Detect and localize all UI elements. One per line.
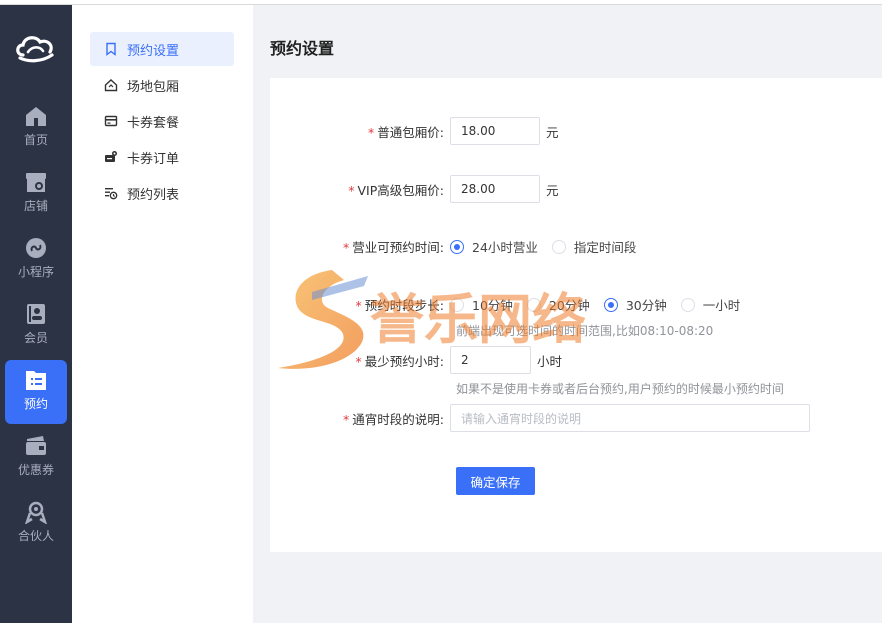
min-hours-unit: 小时 [537, 353, 563, 369]
main-content: 预约设置 * 普通包厢价: 18.00 元 * VIP高级包厢价: 28.00 元 … [253, 5, 882, 623]
rail-item-booking[interactable]: 预约 [5, 360, 67, 424]
normal-price-input[interactable]: 18.00 [450, 117, 540, 145]
normal-price-unit: 元 [546, 124, 559, 140]
step-hint: 前端出现可选时间的时间范围,比如08:10-08:20 [456, 324, 714, 338]
radio-specified-period[interactable]: 指定时间段 [551, 237, 636, 256]
rail-item-label: 首页 [23, 133, 48, 147]
list-clock-icon [105, 188, 118, 200]
rail-item-label: 预约 [23, 397, 48, 411]
submenu-item-card-packages[interactable]: 卡券套餐 [90, 104, 234, 138]
bookmark-icon [106, 42, 116, 56]
business-time-row: * 营业可预约时间: 24小时营业 指定时间段 [270, 237, 650, 256]
rail-item-label: 小程序 [17, 265, 54, 279]
submenu-item-venue-rooms[interactable]: 场地包厢 [90, 68, 234, 102]
overnight-desc-row: * 通宵时段的说明: 请输入通宵时段的说明 [270, 404, 810, 432]
normal-price-row: * 普通包厢价: 18.00 元 [270, 117, 559, 145]
required-mark: * [348, 182, 355, 198]
partner-icon [25, 501, 47, 524]
booking-settings-form: * 普通包厢价: 18.00 元 * VIP高级包厢价: 28.00 元 * 营业可预… [270, 78, 882, 552]
radio-dot [680, 297, 695, 312]
required-mark: * [355, 298, 362, 313]
rail-item-home[interactable]: 首页 [5, 96, 67, 160]
save-button[interactable]: 确定保存 [456, 467, 535, 495]
radio-dot [450, 239, 464, 254]
card-icon [104, 115, 118, 127]
rail-item-label: 优惠券 [17, 463, 54, 477]
vip-price-unit: 元 [546, 182, 559, 198]
rail-item-label: 店铺 [23, 199, 48, 213]
ticket-order-icon [105, 151, 117, 162]
submenu-item-label: 预约设置 [127, 43, 180, 59]
submenu-item-card-orders[interactable]: 卡券订单 [90, 140, 234, 174]
required-mark: * [368, 124, 375, 140]
house-icon [104, 79, 118, 92]
submenu-item-label: 卡券套餐 [127, 115, 180, 131]
radio-24-hours[interactable]: 24小时营业 [450, 237, 538, 256]
page-title: 预约设置 [270, 39, 335, 58]
radio-step-1hour[interactable]: 一小时 [680, 295, 740, 314]
rail-item-coupon[interactable]: 优惠券 [5, 426, 67, 490]
vip-price-label: * VIP高级包厢价: [348, 182, 444, 198]
radio-dot [450, 297, 464, 312]
vip-price-row: * VIP高级包厢价: 28.00 元 [270, 175, 559, 203]
rail-item-partner[interactable]: 合伙人 [5, 492, 67, 556]
submenu-item-label: 卡券订单 [127, 151, 180, 167]
overnight-desc-input[interactable]: 请输入通宵时段的说明 [450, 404, 810, 432]
member-icon [27, 304, 45, 324]
rail-item-store[interactable]: 店铺 [5, 162, 67, 226]
submenu-item-label: 场地包厢 [127, 79, 180, 95]
radio-step-10min[interactable]: 10分钟 [450, 295, 513, 314]
submenu-item-booking-list[interactable]: 预约列表 [90, 176, 234, 210]
radio-dot [551, 239, 566, 254]
overnight-desc-label: * 通宵时段的说明: [343, 411, 444, 427]
cloud-logo-icon [16, 36, 54, 63]
step-row: * 预约时段步长: 10分钟 20分钟 30分钟 一小时 [270, 295, 754, 314]
rail-item-member[interactable]: 会员 [5, 294, 67, 358]
booking-icon [26, 371, 46, 390]
submenu-item-label: 预约列表 [127, 187, 180, 203]
min-hours-hint: 如果不是使用卡券或者后台预约,用户预约的时候最小预约时间 [456, 382, 784, 396]
booking-submenu: 预约设置 场地包厢 卡券套餐 卡券订单 预约列表 [72, 5, 253, 623]
submenu-item-booking-settings[interactable]: 预约设置 [90, 32, 234, 66]
business-time-label: * 营业可预约时间: [343, 240, 444, 255]
rail-item-label: 会员 [23, 331, 48, 345]
min-hours-row: * 最少预约小时: 2 小时 [270, 346, 562, 374]
rail-item-label: 合伙人 [17, 529, 54, 543]
radio-step-20min[interactable]: 20分钟 [526, 295, 590, 314]
main-nav-rail: 首页 店铺 小程序 会员 预约 优惠券 合伙人 [0, 5, 72, 623]
miniprogram-icon [26, 238, 46, 258]
required-mark: * [343, 411, 350, 427]
min-hours-label: * 最少预约小时: [355, 353, 444, 369]
radio-dot [603, 297, 618, 312]
radio-dot [526, 297, 541, 312]
normal-price-label: * 普通包厢价: [368, 124, 444, 140]
radio-step-30min[interactable]: 30分钟 [603, 295, 667, 314]
store-icon [26, 173, 46, 192]
min-hours-input[interactable]: 2 [450, 346, 531, 374]
required-mark: * [343, 240, 350, 255]
coupon-icon [26, 436, 46, 455]
home-icon [26, 107, 46, 126]
vip-price-input[interactable]: 28.00 [450, 175, 540, 203]
required-mark: * [355, 353, 362, 369]
rail-item-miniprogram[interactable]: 小程序 [5, 228, 67, 292]
step-label: * 预约时段步长: [355, 298, 444, 313]
